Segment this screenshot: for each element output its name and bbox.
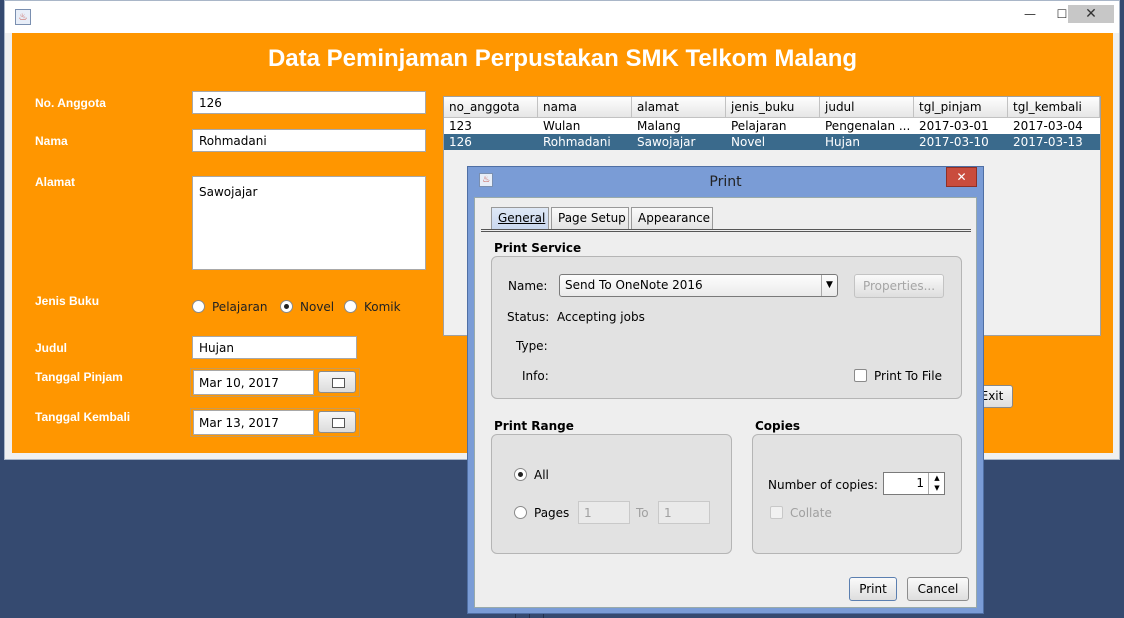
table-cell: Novel — [731, 135, 766, 149]
main-title-bar: ♨ — ☐ ✕ — [5, 1, 1119, 33]
calendar-icon — [332, 378, 345, 388]
chevron-down-icon: ▼ — [821, 275, 837, 296]
print-to-file-checkbox[interactable] — [854, 369, 867, 382]
print-service-group: Name: Send To OneNote 2016 ▼ Properties.… — [491, 256, 962, 399]
tab-page-setup[interactable]: Page Setup — [551, 207, 629, 229]
table-cell: 2017-03-01 — [919, 119, 989, 133]
copies-heading: Copies — [755, 419, 801, 433]
tab-general[interactable]: General — [491, 207, 549, 229]
info-label: Info: — [522, 369, 549, 383]
calendar-button-pinjam[interactable] — [318, 371, 356, 393]
tanggal-kembali-picker: Mar 13, 2017 — [190, 408, 360, 437]
table-cell: 2017-03-10 — [919, 135, 989, 149]
column-header[interactable]: nama — [538, 97, 632, 118]
label-no-anggota: No. Anggota — [35, 96, 106, 110]
tanggal-pinjam-picker: Mar 10, 2017 — [190, 368, 360, 397]
print-dialog-body: General Page Setup Appearance Print Serv… — [474, 197, 977, 608]
number-of-copies-label: Number of copies: — [768, 478, 878, 492]
print-range-heading: Print Range — [494, 419, 574, 433]
pages-from-input[interactable]: 1 — [578, 501, 630, 524]
table-cell: Pengenalan ... — [825, 119, 911, 133]
radio-pages-label: Pages — [534, 506, 570, 520]
table-cell: 2017-03-04 — [1013, 119, 1083, 133]
spinner-up-icon[interactable]: ▲ — [929, 473, 945, 483]
dialog-close-button[interactable]: ✕ — [946, 167, 977, 187]
column-header[interactable]: tgl_kembali — [1008, 97, 1100, 118]
label-tanggal-pinjam: Tanggal Pinjam — [35, 370, 123, 384]
printer-name-dropdown[interactable]: Send To OneNote 2016 ▼ — [559, 274, 838, 297]
properties-button[interactable]: Properties... — [854, 274, 944, 298]
calendar-button-kembali[interactable] — [318, 411, 356, 433]
print-range-group: All Pages 1 To 1 — [491, 434, 732, 554]
pages-to-input[interactable]: 1 — [658, 501, 710, 524]
collate-label: Collate — [790, 506, 832, 520]
print-service-heading: Print Service — [494, 241, 582, 255]
column-header[interactable]: judul — [820, 97, 914, 118]
table-row-selected[interactable]: 126 Rohmadani Sawojajar Novel Hujan 2017… — [444, 134, 1100, 150]
radio-all[interactable] — [514, 468, 527, 481]
close-window-button[interactable]: ✕ — [1068, 5, 1114, 23]
label-nama: Nama — [35, 134, 68, 148]
spinner-down-icon[interactable]: ▼ — [929, 483, 945, 493]
table-cell: Malang — [637, 119, 681, 133]
table-cell: 123 — [449, 119, 472, 133]
label-tanggal-kembali: Tanggal Kembali — [35, 410, 131, 424]
status-label: Status: — [507, 310, 550, 324]
table-cell: 126 — [449, 135, 472, 149]
radio-komik[interactable] — [344, 300, 357, 313]
copies-group: Number of copies: 1 ▲ ▼ Collate — [752, 434, 962, 554]
label-alamat: Alamat — [35, 175, 76, 189]
tab-general-label: General — [498, 211, 546, 225]
column-header[interactable]: no_anggota — [444, 97, 538, 118]
calendar-icon — [332, 418, 345, 428]
table-cell: Wulan — [543, 119, 581, 133]
table-cell: Pelajaran — [731, 119, 787, 133]
judul-input[interactable]: Hujan — [192, 336, 357, 359]
alamat-textarea[interactable]: Sawojajar — [192, 176, 426, 270]
print-button[interactable]: Print — [849, 577, 897, 601]
column-header[interactable]: alamat — [632, 97, 726, 118]
radio-all-label: All — [534, 468, 549, 482]
radio-pelajaran[interactable] — [192, 300, 205, 313]
column-header[interactable]: tgl_pinjam — [914, 97, 1008, 118]
radio-novel[interactable] — [280, 300, 293, 313]
radio-novel-label: Novel — [300, 300, 335, 314]
no-anggota-input[interactable]: 126 — [192, 91, 426, 114]
table-row[interactable]: 123 Wulan Malang Pelajaran Pengenalan ..… — [444, 118, 1100, 134]
nama-input[interactable]: Rohmadani — [192, 129, 426, 152]
tab-divider — [481, 229, 971, 232]
printer-name-value: Send To OneNote 2016 — [565, 278, 703, 292]
cancel-button[interactable]: Cancel — [907, 577, 969, 601]
table-cell: Rohmadani — [543, 135, 611, 149]
radio-komik-label: Komik — [364, 300, 401, 314]
table-cell: Hujan — [825, 135, 860, 149]
label-judul: Judul — [35, 341, 67, 355]
print-to-file-label: Print To File — [874, 369, 942, 383]
collate-checkbox[interactable] — [770, 506, 783, 519]
form-title: Data Peminjaman Perpustakan SMK Telkom M… — [267, 45, 858, 72]
tanggal-pinjam-field[interactable]: Mar 10, 2017 — [193, 370, 314, 395]
tanggal-kembali-field[interactable]: Mar 13, 2017 — [193, 410, 314, 435]
copies-spinner[interactable]: 1 ▲ ▼ — [883, 472, 945, 495]
print-dialog-title: Print — [709, 174, 742, 190]
column-header[interactable]: jenis_buku — [726, 97, 820, 118]
spinner-buttons: ▲ ▼ — [928, 473, 944, 494]
table-cell: Sawojajar — [637, 135, 696, 149]
radio-pelajaran-label: Pelajaran — [212, 300, 268, 314]
print-dialog-title-bar: ♨ Print ✕ — [468, 167, 983, 195]
label-jenis-buku: Jenis Buku — [35, 294, 100, 308]
table-cell: 2017-03-13 — [1013, 135, 1083, 149]
status-value: Accepting jobs — [557, 310, 645, 324]
type-label: Type: — [516, 339, 548, 353]
copies-value: 1 — [916, 476, 924, 490]
radio-pages[interactable] — [514, 506, 527, 519]
print-dialog: ♨ Print ✕ General Page Setup Appearance … — [467, 166, 984, 614]
to-label: To — [636, 506, 649, 520]
java-app-icon: ♨ — [15, 9, 31, 25]
tab-appearance[interactable]: Appearance — [631, 207, 713, 229]
name-label: Name: — [508, 279, 548, 293]
